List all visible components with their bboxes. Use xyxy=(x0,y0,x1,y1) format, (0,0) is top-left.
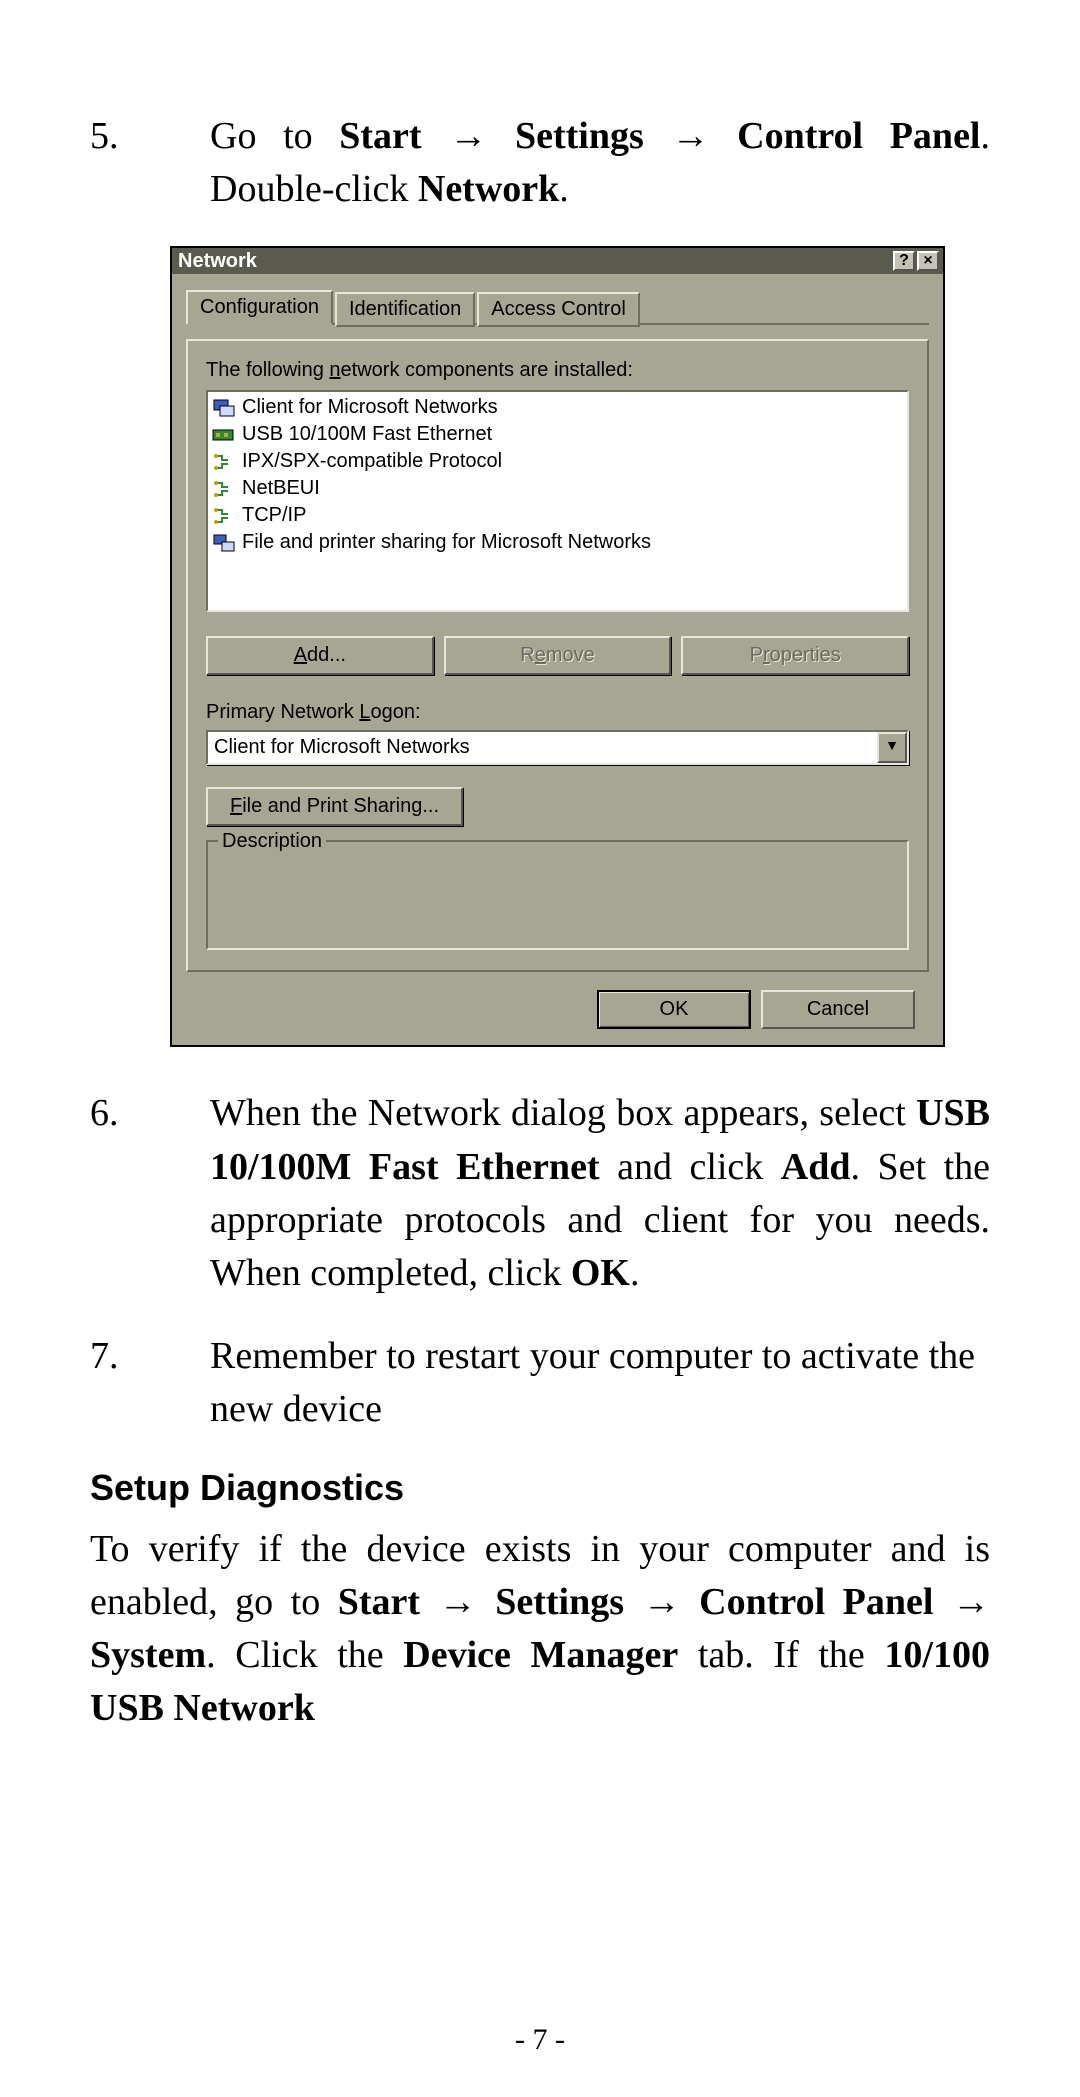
protocol-icon xyxy=(212,479,236,499)
client-icon xyxy=(212,398,236,418)
ok-button[interactable]: OK xyxy=(597,990,751,1029)
diagnostics-paragraph: To verify if the device exists in your c… xyxy=(90,1523,990,1736)
dialog-titlebar: Network ? × xyxy=(172,248,943,274)
tab-identification[interactable]: Identification xyxy=(335,292,475,327)
list-item[interactable]: IPX/SPX-compatible Protocol xyxy=(212,448,903,475)
add-button[interactable]: Add... xyxy=(206,636,434,675)
network-dialog-screenshot: Network ? × Configuration Identification… xyxy=(170,246,945,1047)
step-number: 6. xyxy=(90,1087,210,1300)
properties-button[interactable]: Properties xyxy=(681,636,909,675)
protocol-icon xyxy=(212,452,236,472)
protocol-icon xyxy=(212,506,236,526)
step-body: When the Network dialog box appears, sel… xyxy=(210,1087,990,1300)
step-5: 5. Go to Start → Settings → Control Pane… xyxy=(90,110,990,216)
remove-button[interactable]: Remove xyxy=(444,636,672,675)
step-number: 5. xyxy=(90,110,210,216)
list-item[interactable]: NetBEUI xyxy=(212,475,903,502)
cancel-button[interactable]: Cancel xyxy=(761,990,915,1029)
description-label: Description xyxy=(218,830,326,853)
service-icon xyxy=(212,533,236,553)
list-item[interactable]: File and printer sharing for Microsoft N… xyxy=(212,529,903,556)
adapter-icon xyxy=(212,425,236,445)
file-print-sharing-button[interactable]: File and Print Sharing... xyxy=(206,787,463,826)
components-listbox[interactable]: Client for Microsoft Networks USB 10/100… xyxy=(206,390,909,612)
page-number: - 7 - xyxy=(0,2023,1080,2057)
tab-access-control[interactable]: Access Control xyxy=(477,292,640,327)
primary-logon-label: Primary Network Logon: xyxy=(206,701,909,724)
list-item[interactable]: Client for Microsoft Networks xyxy=(212,394,903,421)
help-button[interactable]: ? xyxy=(893,251,915,271)
list-item[interactable]: TCP/IP xyxy=(212,502,903,529)
list-item[interactable]: USB 10/100M Fast Ethernet xyxy=(212,421,903,448)
section-heading: Setup Diagnostics xyxy=(90,1467,990,1509)
tab-configuration[interactable]: Configuration xyxy=(186,290,333,325)
dialog-title: Network xyxy=(178,250,257,273)
close-button[interactable]: × xyxy=(917,251,939,271)
configuration-panel: The following network components are ins… xyxy=(186,339,929,972)
step-body: Go to Start → Settings → Control Panel. … xyxy=(210,110,990,216)
description-group: Description xyxy=(206,840,909,950)
step-number: 7. xyxy=(90,1330,210,1436)
step-6: 6. When the Network dialog box appears, … xyxy=(90,1087,990,1300)
step-body: Remember to restart your computer to act… xyxy=(210,1330,990,1436)
primary-logon-combo[interactable]: Client for Microsoft Networks ▼ xyxy=(206,730,909,765)
step-7: 7. Remember to restart your computer to … xyxy=(90,1330,990,1436)
components-label: The following network components are ins… xyxy=(206,359,909,382)
dropdown-icon[interactable]: ▼ xyxy=(877,732,907,763)
tab-strip: Configuration Identification Access Cont… xyxy=(186,288,929,325)
